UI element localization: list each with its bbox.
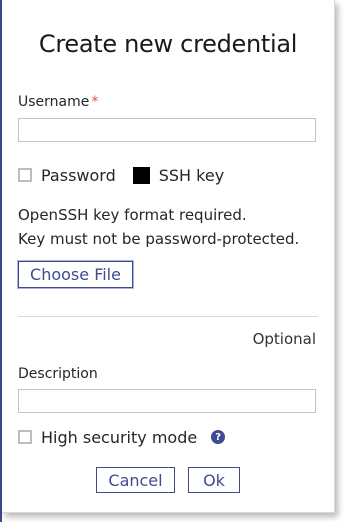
- dialog-title: Create new credential: [38, 30, 298, 58]
- ssh-password-note: Key must not be password-protected.: [18, 230, 300, 248]
- ssh-key-option-label[interactable]: SSH key: [159, 166, 224, 185]
- username-input[interactable]: [18, 118, 316, 142]
- auth-type-selector: Password SSH key: [18, 164, 224, 186]
- password-option-label[interactable]: Password: [41, 166, 116, 185]
- high-security-checkbox[interactable]: [18, 430, 32, 444]
- username-label-text: Username: [18, 94, 90, 110]
- high-security-label[interactable]: High security mode: [41, 428, 197, 447]
- ssh-format-note: OpenSSH key format required.: [18, 206, 247, 224]
- question-circle-icon[interactable]: ?: [211, 430, 226, 444]
- ssh-key-option-checkbox[interactable]: [132, 166, 150, 184]
- section-divider: [18, 316, 318, 317]
- username-label: Username *: [18, 94, 98, 110]
- cancel-button[interactable]: Cancel: [96, 467, 175, 493]
- choose-file-button[interactable]: Choose File: [18, 261, 133, 288]
- ssh-key-option[interactable]: SSH key: [132, 166, 224, 185]
- ok-button[interactable]: Ok: [188, 467, 240, 493]
- description-label: Description: [18, 366, 98, 382]
- create-credential-dialog: Create new credential Username * Password…: [2, 0, 335, 513]
- description-input[interactable]: [18, 389, 316, 413]
- optional-section-label: Optional: [252, 330, 316, 348]
- high-security-row: High security mode ?: [18, 426, 226, 448]
- password-option-checkbox[interactable]: [18, 168, 32, 182]
- required-marker: *: [91, 94, 99, 110]
